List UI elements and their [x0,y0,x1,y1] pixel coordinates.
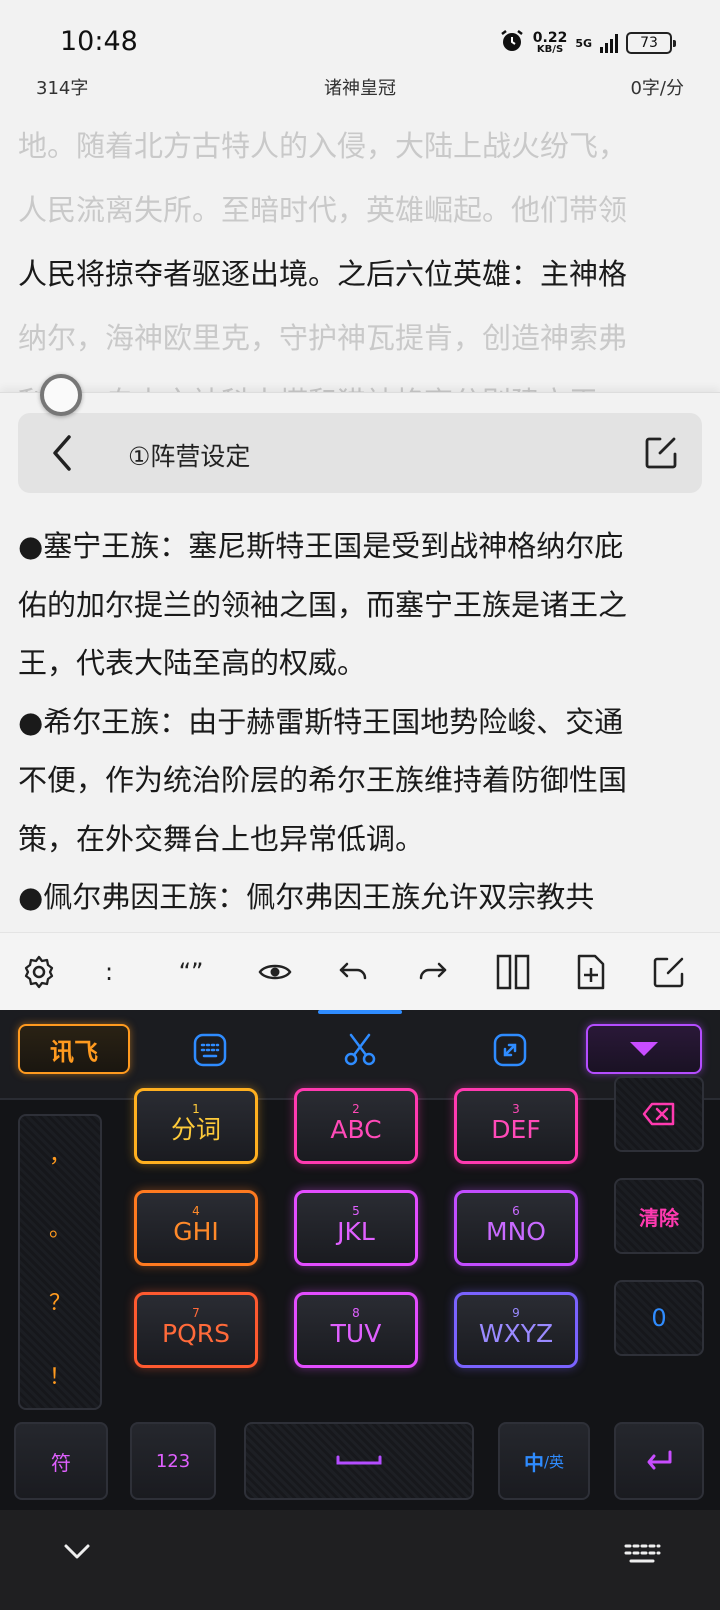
key-8[interactable]: 8 TUV [294,1292,418,1368]
editor-toolbar: : “” [0,932,720,1010]
punct-period-key[interactable]: 。 [20,1190,100,1264]
key-1[interactable]: 1 分词 [134,1088,258,1164]
punct-question-key[interactable]: ？ [20,1264,100,1338]
panel-line: 不便，作为统治阶层的希尔王族维持着防御性国 [18,763,628,797]
zero-key[interactable]: 0 [614,1280,704,1356]
edit-button[interactable] [640,431,684,475]
backspace-icon [642,1102,675,1126]
clear-button[interactable]: 清除 [614,1178,704,1254]
book-title: 诸神皇冠 [324,78,396,99]
key-5[interactable]: 5 JKL [294,1190,418,1266]
ime-keyboard: 讯飞 ， 。 ？ ！ 1 分词 2 ABC 3 DEF 4 GHI 5 JKL 6 MNO … [0,1010,720,1510]
panel-line: 策，在外交舞台上也异常低调。 [18,821,425,856]
text-line: 纳尔，海神欧里克，守护神瓦提肯，创造神索弗 [18,321,628,355]
network-speed: 0.22 KB/S [532,30,568,55]
quotes-button[interactable]: “” [168,949,214,995]
signal-icon [600,33,618,53]
collapse-keyboard-button[interactable] [62,1542,92,1566]
add-page-button[interactable] [568,949,614,995]
key-3[interactable]: 3 DEF [454,1088,578,1164]
key-6[interactable]: 6 MNO [454,1190,578,1266]
status-bar: 10:48 0.22 KB/S 5G 73 [0,0,720,82]
text-line-current: 人民将掠夺者驱逐出境。之后六位英雄：主神格 [18,257,628,291]
panel-line: ●佩尔弗因王族：佩尔弗因王族允许双宗教共 [18,880,595,914]
redo-button[interactable] [410,949,456,995]
backspace-button[interactable] [614,1076,704,1152]
text-line: 地。随着北方古特人的入侵，大陆上战火纷飞， [18,129,628,163]
scissors-icon[interactable] [340,1030,380,1070]
ifly-logo-button[interactable]: 讯飞 [18,1024,130,1074]
navigation-bar [0,1510,720,1610]
hide-keyboard-button[interactable] [586,1024,702,1074]
resize-icon[interactable] [490,1030,530,1070]
panel-line: ●塞宁王族：塞尼斯特王国是受到战神格纳尔庇 [18,529,624,563]
keyboard-picker-button[interactable] [622,1542,662,1574]
keyboard-icon [624,1544,661,1563]
accent-bar [318,1010,402,1014]
compose-button[interactable] [646,949,692,995]
undo-button[interactable] [330,949,376,995]
network-type: 5G [575,36,592,50]
punct-exclaim-key[interactable]: ！ [20,1338,100,1412]
key-2[interactable]: 2 ABC [294,1088,418,1164]
space-key[interactable] [244,1422,474,1500]
text-line: 人民流离失所。至暗时代，英雄崛起。他们带领 [18,193,628,227]
reference-panel: ①阵营设定 ●塞宁王族：塞尼斯特王国是受到战神格纳尔庇 佑的加尔提兰的领袖之国，… [0,392,720,932]
chevron-down-icon [64,1544,90,1559]
numbers-key[interactable]: 123 [130,1422,216,1500]
panel-content: ●塞宁王族：塞尼斯特王国是受到战神格纳尔庇 佑的加尔提兰的领袖之国，而塞宁王族是… [18,517,708,927]
battery-icon: 73 [626,32,676,54]
keyboard-top-row: 讯飞 [0,1010,720,1100]
text-cursor-handle[interactable] [40,374,82,416]
panel-title: ①阵营设定 [128,442,251,471]
space-icon [336,1455,382,1465]
panel-line: 佑的加尔提兰的领袖之国，而塞宁王族是诸王之 [18,587,628,622]
panel-line: ●希尔王族：由于赫雷斯特王国地势险峻、交通 [18,704,624,739]
settings-button[interactable] [16,949,62,995]
enter-key[interactable] [614,1422,704,1500]
document-text[interactable]: 地。随着北方古特人的入侵，大陆上战火纷飞， 人民流离失所。至暗时代，英雄崛起。他… [18,114,708,434]
triangle-down-icon [630,1042,658,1056]
panel-line: 王，代表大陆至高的权威。 [18,646,367,680]
alarm-icon [499,28,525,58]
back-button[interactable] [38,429,86,477]
enter-icon [647,1450,672,1470]
language-toggle-key[interactable]: 中/英 [498,1422,590,1500]
panel-header: ①阵营设定 [18,413,702,493]
reader-header: 314字 诸神皇冠 0字/分 [0,74,720,104]
key-7[interactable]: 7 PQRS [134,1292,258,1368]
typing-speed: 0字/分 [630,78,684,99]
eye-button[interactable] [252,949,298,995]
colon-button[interactable]: : [86,949,132,995]
status-time: 10:48 [60,26,138,57]
punctuation-column: ， 。 ？ ！ [18,1114,102,1410]
symbol-key[interactable]: 符 [14,1422,108,1500]
punct-comma-key[interactable]: ， [20,1116,100,1190]
key-4[interactable]: 4 GHI [134,1190,258,1266]
split-view-button[interactable] [490,949,536,995]
key-9[interactable]: 9 WXYZ [454,1292,578,1368]
keyboard-switch-icon[interactable] [190,1030,230,1070]
